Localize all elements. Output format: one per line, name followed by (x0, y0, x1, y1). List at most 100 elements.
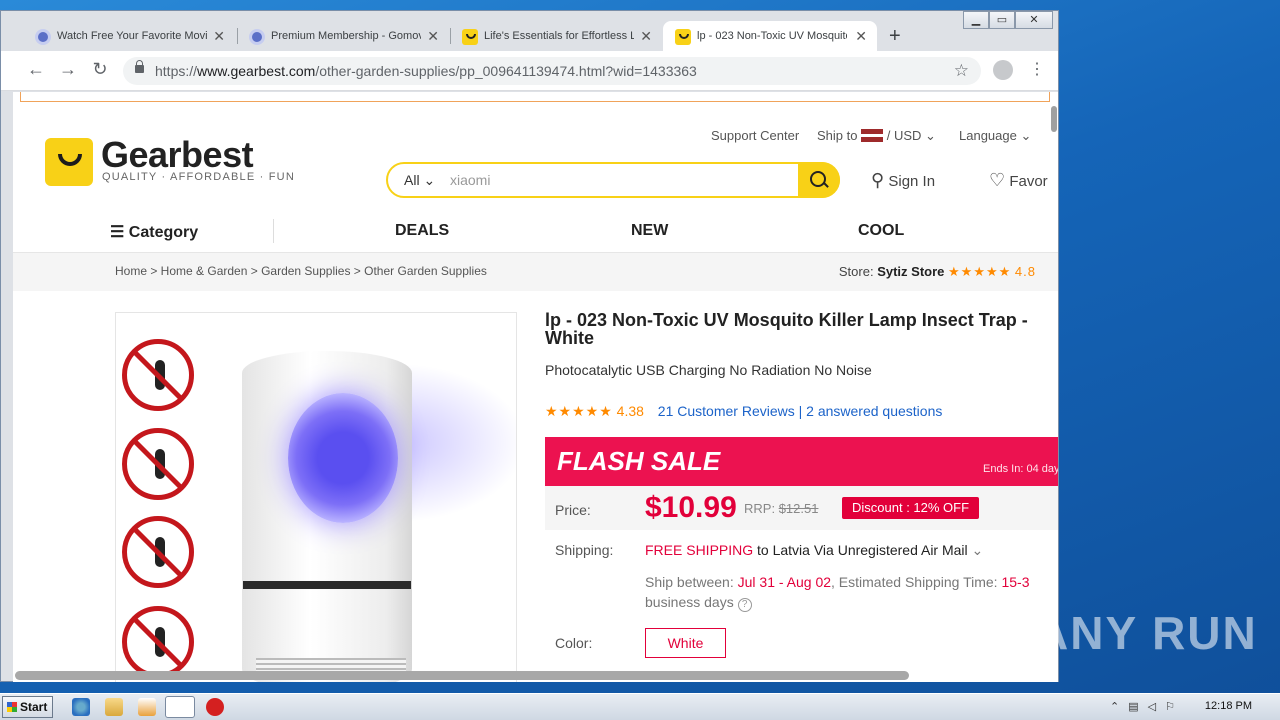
tab-title: Premium Membership - Gomovi (271, 30, 421, 42)
close-icon[interactable]: ✕ (855, 21, 867, 51)
new-tab-button[interactable]: + (889, 25, 901, 48)
gearbest-logo-icon[interactable] (45, 138, 93, 186)
search-input[interactable] (450, 170, 780, 190)
support-center-link[interactable]: Support Center (711, 128, 799, 143)
forward-button[interactable]: → (56, 59, 80, 80)
logo-text[interactable]: Gearbest (101, 134, 254, 176)
sale-price: $10.99 (645, 491, 737, 524)
logo-tagline: QUALITY · AFFORDABLE · FUN (102, 171, 295, 183)
horizontal-scrollbar[interactable] (15, 671, 909, 680)
product-image[interactable] (115, 312, 517, 682)
reload-button[interactable]: ↻ (88, 59, 112, 80)
close-window-button[interactable]: ✕ (1015, 11, 1053, 29)
taskbar: Start ⌃▤◁⚐ 12:18 PM (0, 693, 1280, 720)
nav-new[interactable]: NEW (631, 222, 668, 240)
rating-stars: ★★★★★ (545, 403, 613, 419)
vertical-scrollbar[interactable] (1051, 106, 1057, 132)
ship-dates: Jul 31 - Aug 02 (737, 574, 832, 590)
url-path: /other-garden-supplies/pp_009641139474.h… (315, 63, 697, 79)
url-scheme: https:// (155, 63, 198, 79)
page-viewport: Support Center Ship to / USD ⌄ Language … (13, 92, 1058, 682)
chevron-down-icon: ⌄ (971, 542, 984, 558)
questions-link[interactable]: 2 answered questions (806, 403, 942, 419)
product-subtitle: Photocatalytic USB Charging No Radiation… (545, 362, 872, 378)
ship-between-label: Ship between: (645, 574, 734, 590)
color-option-white[interactable]: White (645, 628, 726, 658)
nav-deals[interactable]: DEALS (395, 222, 449, 240)
heart-icon: ♡ (989, 170, 1006, 190)
flash-sale-countdown: Ends In: 04 days (983, 463, 1058, 475)
browser-window: Watch Free Your Favorite Movi ✕ Premium … (0, 10, 1059, 682)
product-title: lp - 023 Non-Toxic UV Mosquito Killer La… (545, 310, 1028, 348)
no-mosquito-icon (122, 339, 194, 411)
lock-icon (135, 60, 144, 73)
sign-in-label: Sign In (888, 173, 936, 190)
system-tray-icons[interactable]: ⌃▤◁⚐ (1110, 700, 1184, 713)
store-rating-value: 4.8 (1014, 264, 1036, 279)
flash-sale-banner: FLASH SALE Ends In: 04 days (545, 437, 1058, 486)
promo-banner-edge (20, 92, 1050, 102)
help-icon[interactable]: ? (737, 598, 752, 612)
breadcrumb[interactable]: Home > Home & Garden > Garden Supplies >… (115, 264, 487, 278)
chrome-icon (35, 29, 51, 45)
discount-badge: Discount : 12% OFF (842, 497, 980, 519)
ship-time: 15-3 (1001, 574, 1030, 590)
store-rating-stars: ★★★★★ (948, 264, 1012, 279)
reviews-link[interactable]: 21 Customer Reviews (658, 403, 795, 419)
search-button[interactable] (798, 162, 840, 198)
profile-avatar-icon[interactable] (993, 60, 1013, 80)
tab-title: lp - 023 Non-Toxic UV Mosquito (697, 30, 847, 42)
bookmark-star-icon[interactable]: ☆ (954, 57, 969, 85)
shipping-method-selector[interactable]: FREE SHIPPING to Latvia Via Unregistered… (645, 542, 983, 559)
close-icon[interactable]: ✕ (427, 21, 439, 51)
latvia-flag-icon (861, 129, 884, 142)
search-category-label: All (404, 172, 420, 188)
ship-to-selector[interactable]: Ship to / USD ⌄ (817, 128, 936, 144)
favorites-link[interactable]: ♡ Favor (989, 170, 1048, 191)
folder-icon[interactable] (105, 698, 123, 716)
rating-separator: | (798, 403, 803, 419)
category-menu[interactable]: ☰ Category (110, 222, 198, 242)
gearbest-icon (675, 29, 691, 45)
close-icon[interactable]: ✕ (213, 21, 225, 51)
clock[interactable]: 12:18 PM (1205, 700, 1252, 712)
breadcrumb-bar: Home > Home & Garden > Garden Supplies >… (13, 253, 1058, 291)
nav-cool[interactable]: COOL (858, 222, 904, 240)
color-label: Color: (555, 635, 593, 651)
maximize-button[interactable]: ▭ (989, 11, 1015, 29)
store-name[interactable]: Sytiz Store (877, 264, 944, 279)
address-bar[interactable]: https://www.gearbest.com/other-garden-su… (123, 57, 981, 85)
rrp-value: $12.51 (778, 501, 819, 516)
uv-glow (396, 363, 516, 523)
tab-3[interactable]: Life's Essentials for Effortless Li ✕ (450, 21, 662, 51)
currency-label: / USD (886, 128, 922, 143)
ship-to-label: Ship to (817, 128, 858, 143)
app-icon[interactable] (206, 698, 224, 716)
tab-1[interactable]: Watch Free Your Favorite Movi ✕ (23, 21, 235, 51)
ie-icon[interactable] (72, 698, 90, 716)
tab-2[interactable]: Premium Membership - Gomovi ✕ (237, 21, 449, 51)
lamp-band (243, 581, 411, 589)
shipping-label: Shipping: (555, 542, 614, 558)
price-label: Price: (555, 502, 591, 518)
chrome-icon (249, 29, 265, 45)
price-box: Price: $10.99 RRP: $12.51 Discount : 12%… (545, 486, 1058, 530)
store-label: Store: (838, 264, 874, 279)
search-category-dropdown[interactable]: All ⌄ (404, 172, 435, 189)
language-selector[interactable]: Language ⌄ (959, 128, 1031, 144)
anyrun-watermark: ANY RUN (1035, 607, 1258, 659)
sign-in-link[interactable]: ⚲ Sign In (871, 170, 935, 191)
back-button[interactable]: ← (24, 59, 48, 80)
chrome-taskbar-icon[interactable] (165, 696, 195, 718)
gearbest-icon (462, 29, 478, 45)
favorites-label: Favor (1009, 173, 1048, 190)
media-player-icon[interactable] (138, 698, 156, 716)
start-button[interactable]: Start (2, 696, 53, 718)
tab-4-active[interactable]: lp - 023 Non-Toxic UV Mosquito ✕ (663, 21, 877, 51)
rating-value: 4.38 (616, 403, 644, 419)
browser-toolbar: ← → ↻ https://www.gearbest.com/other-gar… (1, 51, 1058, 91)
minimize-button[interactable]: ▁ (963, 11, 989, 29)
browser-menu-icon[interactable]: ⋮ (1029, 59, 1045, 79)
chevron-down-icon: ⌄ (1020, 128, 1032, 143)
close-icon[interactable]: ✕ (640, 21, 652, 51)
